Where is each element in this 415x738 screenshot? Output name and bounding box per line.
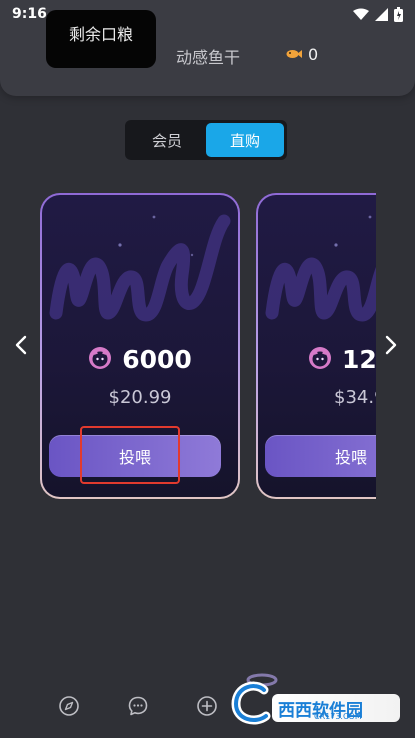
card-decoration	[265, 215, 376, 322]
chevron-left-icon[interactable]	[8, 332, 34, 358]
cat-coin-icon	[88, 346, 112, 374]
fish-icon	[286, 45, 302, 64]
price-label: $34.99	[334, 387, 376, 408]
chat-icon[interactable]	[125, 693, 151, 719]
coin-row: 12000	[258, 345, 376, 374]
fish-counter: 0	[286, 45, 318, 64]
battery-icon	[394, 6, 403, 22]
fish-count: 0	[308, 45, 319, 64]
tab-direct-purchase[interactable]: 直购	[206, 123, 284, 157]
product-carousel: 6000 $20.99 投喂 12 $34. 投喂	[0, 190, 415, 510]
cat-coin-icon	[308, 346, 332, 374]
coin-amount: 6000	[122, 345, 192, 374]
compass-icon[interactable]	[56, 693, 82, 719]
add-icon[interactable]	[194, 693, 220, 719]
feed-button[interactable]: 投喂	[265, 435, 376, 477]
coin-row: 6000	[42, 345, 238, 374]
status-icons	[353, 6, 403, 22]
coin-amount: 12000	[342, 345, 376, 374]
snack-name: 动感鱼干	[176, 48, 241, 67]
watermark-sub: CR173.COM	[314, 712, 362, 721]
signal-icon	[375, 7, 388, 21]
product-card[interactable]: 12000 $34.99 投喂	[256, 193, 376, 499]
highlight-box	[80, 426, 180, 484]
tab-membership[interactable]: 会员	[128, 123, 206, 157]
site-watermark: 西西软件园 CR173.COM	[222, 668, 400, 730]
wifi-icon	[353, 8, 369, 21]
product-card-body: 12000 $34.99 投喂	[258, 195, 376, 497]
screen: 剩余口粮 动感鱼干 0 9:16 会员 直购 6000 $20.99 投喂 12…	[0, 0, 415, 738]
status-bar: 9:16	[0, 0, 415, 28]
chevron-right-icon[interactable]	[378, 332, 404, 358]
price-label: $20.99	[108, 387, 172, 408]
status-time: 9:16	[12, 6, 47, 22]
card-decoration	[49, 214, 231, 322]
tab-switcher: 会员 直购	[125, 120, 287, 160]
